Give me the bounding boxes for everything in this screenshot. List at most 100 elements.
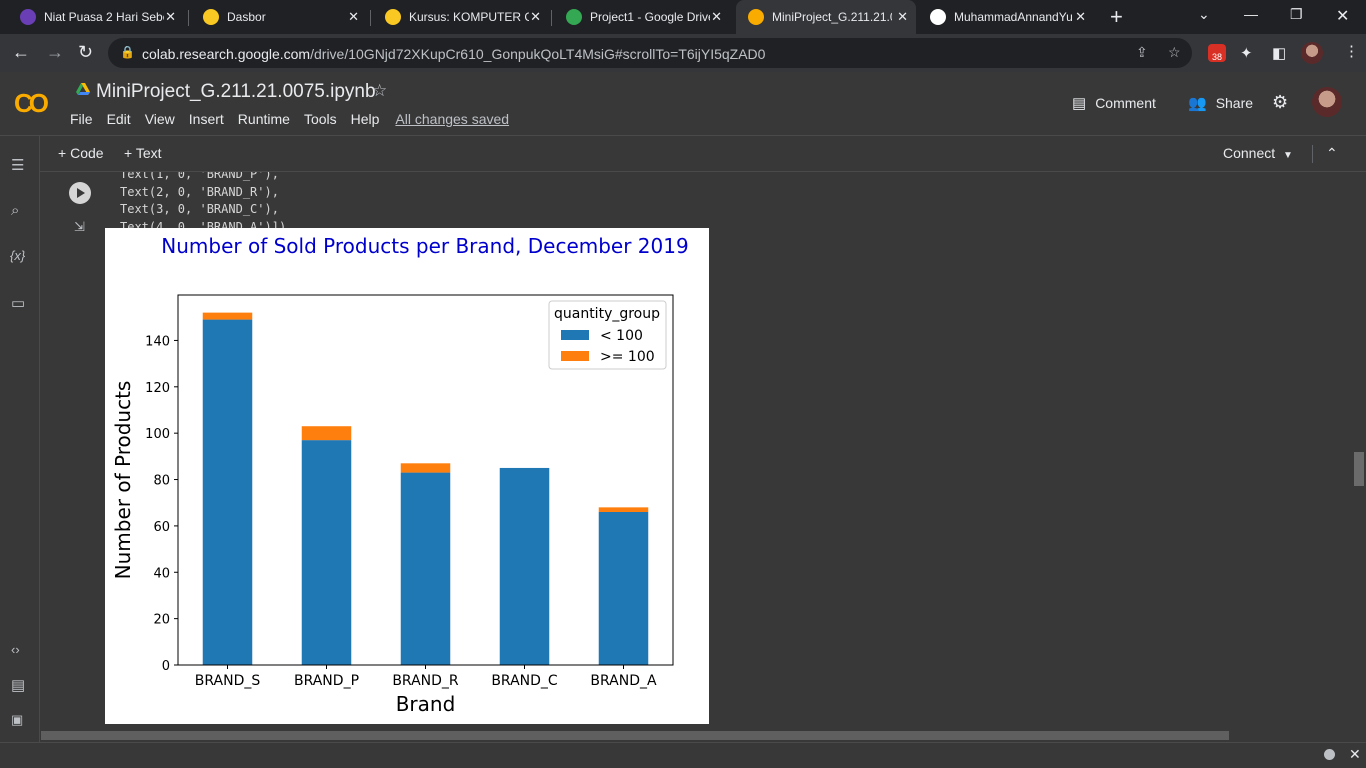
output-line: Text(1, 0, 'BRAND_P'),	[120, 172, 279, 181]
stacked-bar-chart: Number of Sold Products per Brand, Decem…	[111, 234, 689, 716]
y-tick-label: 140	[145, 334, 170, 349]
y-tick-label: 60	[153, 520, 170, 535]
side-panel-icon[interactable]: ◧	[1272, 44, 1286, 62]
y-tick-label: 120	[145, 381, 170, 396]
connect-label: Connect	[1223, 145, 1276, 161]
browser-tab-6[interactable]: MuhammadAnnandYu ✕	[918, 0, 1094, 34]
close-status-icon[interactable]: ✕	[1349, 746, 1361, 763]
browser-tab-4[interactable]: Project1 - Google Drive ✕	[554, 0, 730, 34]
restore-icon[interactable]: ❐	[1290, 6, 1303, 23]
close-tab-icon[interactable]: ✕	[530, 9, 541, 25]
address-bar[interactable]: 🔒 colab.research.google.com/drive/10GNjd…	[108, 38, 1192, 68]
share-page-icon[interactable]: ⇪	[1136, 44, 1148, 61]
add-text-button[interactable]: + Text	[124, 145, 162, 161]
browser-tab-1[interactable]: Niat Puasa 2 Hari Sebelum✕	[8, 0, 184, 34]
reload-icon[interactable]: ↻	[78, 42, 93, 63]
vertical-scrollbar-thumb[interactable]	[1354, 452, 1364, 486]
google-drive-icon[interactable]	[76, 83, 90, 97]
browser-tab-bar: Niat Puasa 2 Hari Sebelum✕Dasbor✕Kursus:…	[0, 0, 1366, 34]
status-dot-icon	[1324, 749, 1335, 760]
minimize-icon[interactable]: —	[1244, 6, 1258, 22]
output-line: Text(3, 0, 'BRAND_C'),	[120, 202, 279, 216]
share-button[interactable]: 👥 Share	[1188, 94, 1253, 112]
menu-view[interactable]: View	[145, 111, 175, 127]
x-tick-label: BRAND_A	[590, 673, 657, 689]
y-tick-label: 20	[153, 613, 170, 628]
y-tick-label: 100	[145, 427, 170, 442]
account-avatar[interactable]	[1312, 87, 1342, 117]
terminal-icon[interactable]: ▣	[11, 712, 23, 728]
extensions-puzzle-icon[interactable]: ✦	[1240, 44, 1253, 62]
notebook-content[interactable]: ⇲ Text(1, 0, 'BRAND_P'), Text(2, 0, 'BRAN…	[41, 172, 1356, 728]
horizontal-scrollbar-thumb[interactable]	[41, 731, 1229, 740]
menu-tools[interactable]: Tools	[304, 111, 337, 127]
bookmark-star-icon[interactable]: ☆	[1168, 44, 1181, 61]
new-tab-button[interactable]: +	[1110, 4, 1123, 30]
search-icon[interactable]: ⌕	[11, 202, 19, 219]
x-axis-label: Brand	[396, 692, 456, 716]
tab-separator	[551, 10, 552, 26]
tab-title: MiniProject_G.211.21.0075	[772, 10, 892, 24]
browser-toolbar: ← → ↻ 🔒 colab.research.google.com/drive/…	[0, 34, 1366, 72]
bar-under-100	[202, 319, 253, 665]
close-tab-icon[interactable]: ✕	[1075, 9, 1086, 25]
browser-tab-3[interactable]: Kursus: KOMPUTER GRAFIK✕	[373, 0, 549, 34]
close-tab-icon[interactable]: ✕	[711, 9, 722, 25]
tab-title: Kursus: KOMPUTER GRAFIK	[409, 10, 529, 24]
close-window-icon[interactable]: ✕	[1336, 6, 1349, 26]
y-tick-label: 0	[162, 659, 170, 674]
colab-logo[interactable]: CO	[14, 88, 49, 119]
close-tab-icon[interactable]: ✕	[165, 9, 176, 25]
left-sidebar: ☰ ⌕ {x} ▭ ‹› ▤ ▣	[0, 136, 40, 742]
browser-tab-2[interactable]: Dasbor ✕	[191, 0, 367, 34]
toolbar-divider	[1312, 145, 1313, 163]
bar-under-100	[400, 472, 451, 665]
connect-button[interactable]: Connect ▼	[1223, 145, 1293, 161]
menu-insert[interactable]: Insert	[189, 111, 224, 127]
notebook-title[interactable]: MiniProject_G.211.21.0075.ipynb	[96, 81, 376, 103]
collapse-chevron-up-icon[interactable]: ⌃	[1326, 145, 1338, 162]
url-text[interactable]: colab.research.google.com/drive/10GNjd72…	[142, 46, 765, 62]
extension-badge-count: 38	[1211, 52, 1222, 62]
d-site-icon	[20, 9, 36, 25]
lock-icon: 🔒	[120, 45, 135, 59]
bar-over-100	[400, 463, 451, 473]
star-icon[interactable]: ☆	[372, 81, 387, 101]
variables-icon[interactable]: {x}	[10, 248, 25, 263]
browser-tab-5[interactable]: MiniProject_G.211.21.0075 ✕	[736, 0, 916, 34]
command-palette-icon[interactable]: ▤	[11, 676, 25, 694]
menu-edit[interactable]: Edit	[107, 111, 131, 127]
comment-icon: ▤	[1072, 95, 1087, 112]
legend-label: >= 100	[600, 349, 655, 365]
comment-button[interactable]: ▤ Comment	[1072, 94, 1156, 112]
save-status-link[interactable]: All changes saved	[395, 111, 509, 127]
x-tick-label: BRAND_S	[195, 673, 261, 689]
tab-search-icon[interactable]: ⌄	[1198, 6, 1210, 23]
back-arrow-icon[interactable]: ←	[12, 42, 30, 63]
run-cell-button[interactable]	[69, 182, 91, 204]
chevron-down-icon: ▼	[1282, 150, 1293, 161]
extension-badge-icon[interactable]: 38	[1208, 44, 1226, 62]
table-of-contents-icon[interactable]: ☰	[11, 156, 24, 174]
x-tick-label: BRAND_R	[392, 673, 459, 689]
menu-runtime[interactable]: Runtime	[238, 111, 290, 127]
settings-gear-icon[interactable]: ⚙	[1272, 92, 1288, 113]
tab-separator	[188, 10, 189, 26]
add-text-label: Text	[135, 145, 162, 161]
code-snippets-icon[interactable]: ‹›	[11, 642, 20, 657]
close-tab-icon[interactable]: ✕	[897, 9, 908, 25]
bar-under-100	[598, 511, 649, 665]
menu-help[interactable]: Help	[351, 111, 380, 127]
bar-over-100	[301, 426, 352, 441]
forward-arrow-icon[interactable]: →	[46, 42, 64, 63]
browser-profile-avatar[interactable]	[1301, 42, 1323, 64]
browser-menu-icon[interactable]: ⋮	[1344, 42, 1359, 60]
horizontal-scrollbar[interactable]	[41, 728, 1356, 742]
files-folder-icon[interactable]: ▭	[11, 294, 25, 312]
close-tab-icon[interactable]: ✕	[348, 9, 359, 25]
colab-icon	[748, 9, 764, 25]
menu-file[interactable]: File	[70, 111, 93, 127]
chart-title: Number of Sold Products per Brand, Decem…	[161, 234, 688, 258]
output-actions-icon[interactable]: ⇲	[74, 219, 85, 235]
add-code-button[interactable]: + Code	[58, 145, 104, 161]
